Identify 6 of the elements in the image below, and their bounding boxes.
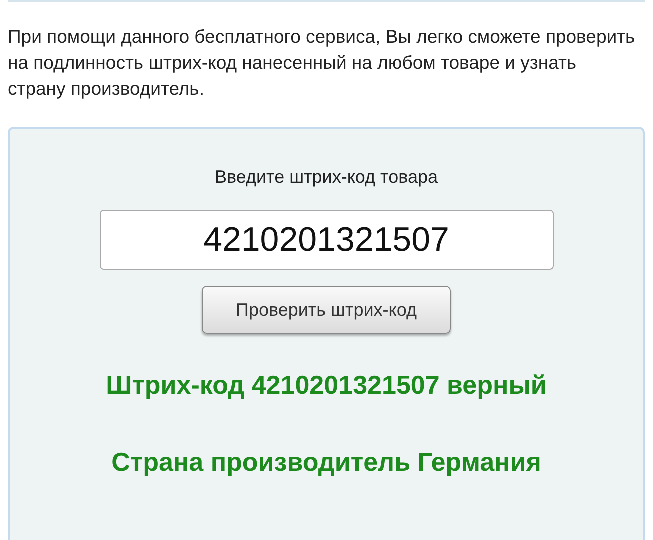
intro-paragraph: При помощи данного бесплатного сервиса, Вы легко сможете проверить на подлинность штрих-код нанесенный на любом товаре и узнать страну производитель. [8,25,636,101]
barcode-field[interactable]: 4210201321507 [100,210,554,270]
barcode-label: Введите штрих-код товара [215,167,438,188]
check-button[interactable]: Проверить штрих-код [202,286,451,334]
result-text: Страна производитель Германия [112,447,542,478]
result-text: Штрих-код 4210201321507 верный [106,370,547,401]
